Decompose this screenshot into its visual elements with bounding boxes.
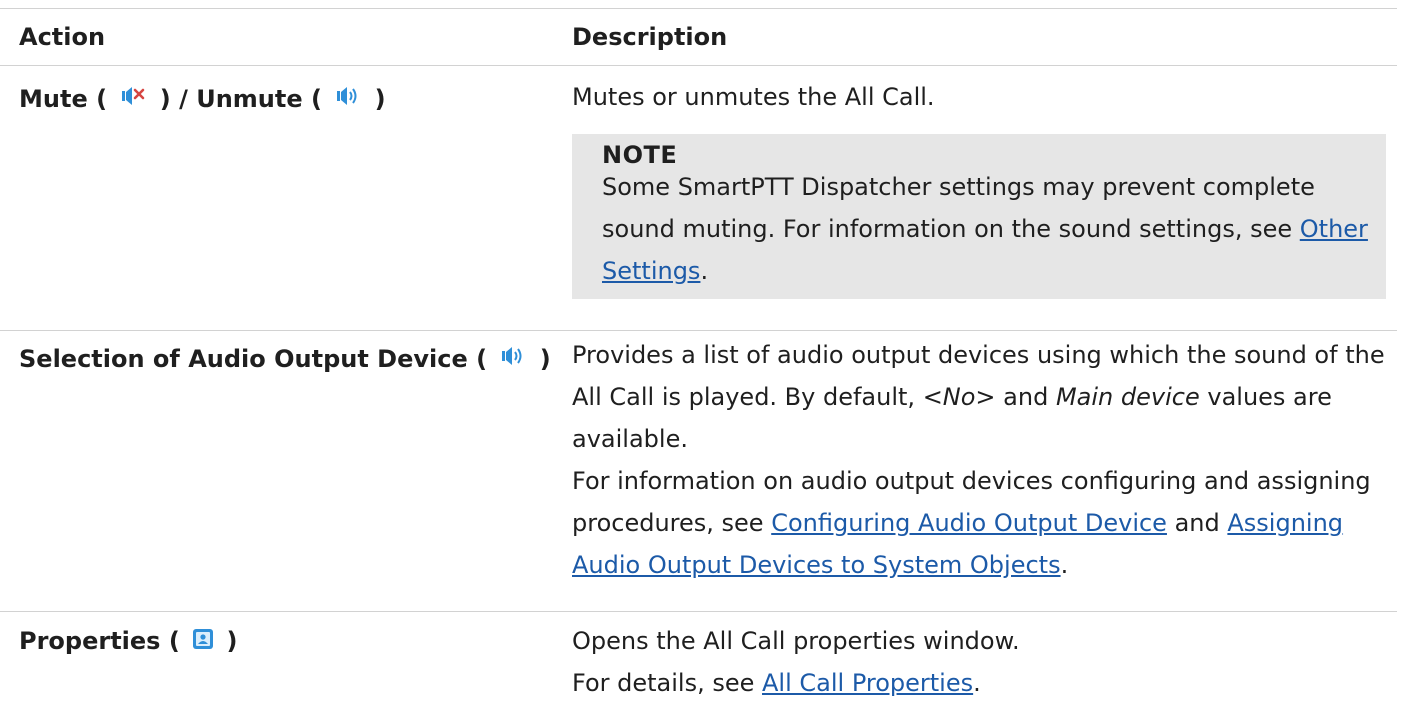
row-mute-description: Mutes or unmutes the All Call. xyxy=(572,83,935,111)
header-divider xyxy=(0,65,1397,66)
note-box: NOTE Some SmartPTT Dispatcher settings m… xyxy=(572,134,1386,299)
row-mute-action: Mute ( ) / Unmute ( ) xyxy=(19,78,386,121)
speaker-icon xyxy=(501,339,525,381)
link-configuring-audio-output-device[interactable]: Configuring Audio Output Device xyxy=(771,509,1167,537)
header-action: Action xyxy=(19,23,106,51)
table-top-border xyxy=(0,8,1397,9)
unmute-label: ) / Unmute ( xyxy=(159,85,322,113)
note-text: Some SmartPTT Dispatcher settings may pr… xyxy=(602,173,1368,285)
row-divider-2 xyxy=(0,611,1397,612)
row-audio-device-action: Selection of Audio Output Device ( ) xyxy=(19,338,551,381)
row-properties-action: Properties ( ) xyxy=(19,620,237,663)
row-audio-device-description: Provides a list of audio output devices … xyxy=(572,341,1385,579)
unmute-close: ) xyxy=(374,85,386,113)
row-divider-1 xyxy=(0,330,1397,331)
properties-icon xyxy=(192,621,214,663)
speaker-muted-icon xyxy=(121,79,145,121)
link-all-call-properties[interactable]: All Call Properties xyxy=(762,669,973,697)
speaker-icon xyxy=(336,79,360,121)
mute-label: Mute ( xyxy=(19,85,108,113)
header-description: Description xyxy=(572,23,728,51)
row-properties-description: Opens the All Call properties window. Fo… xyxy=(572,627,1020,697)
